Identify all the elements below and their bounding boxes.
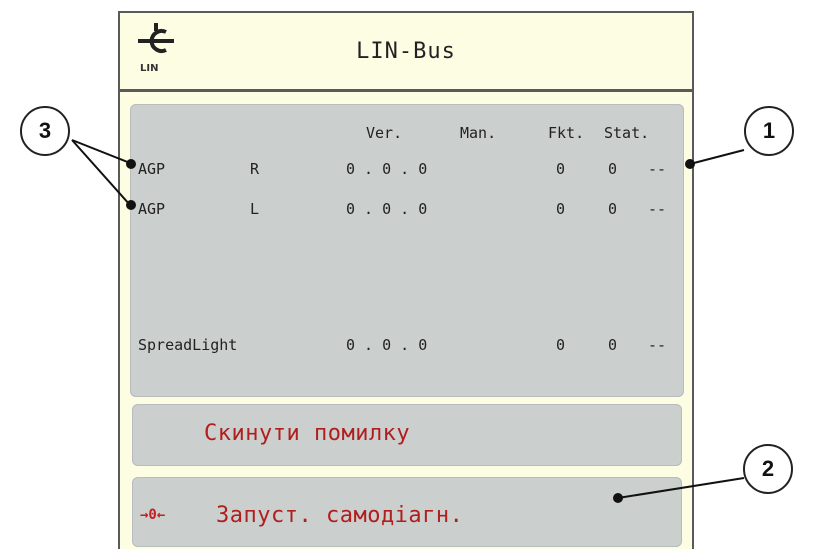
callout-leader-lines bbox=[71, 139, 745, 503]
callout-3: 3 bbox=[20, 106, 70, 156]
callout-1: 1 bbox=[744, 106, 794, 156]
callout-2: 2 bbox=[743, 444, 793, 494]
